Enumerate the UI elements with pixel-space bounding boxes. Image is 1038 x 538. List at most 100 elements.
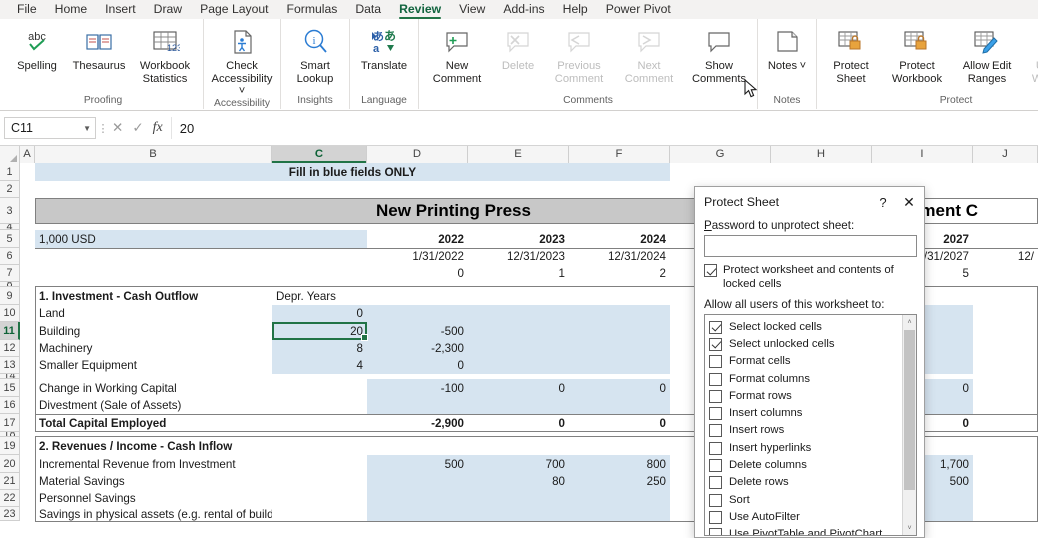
workbook-statistics-button[interactable]: 123 Workbook Statistics — [130, 21, 200, 85]
row-header-11[interactable]: 11 — [0, 322, 20, 340]
checkbox-icon[interactable] — [709, 424, 722, 438]
row-header-7[interactable]: 7 — [0, 265, 20, 282]
column-header-C[interactable]: C — [272, 146, 367, 163]
allow-edit-ranges-button[interactable]: Allow Edit Ranges — [952, 21, 1022, 85]
cell-D5[interactable]: 2022 — [367, 230, 468, 248]
row-header-6[interactable]: 6 — [0, 248, 20, 265]
checkbox-icon[interactable] — [709, 528, 722, 535]
column-header-D[interactable]: D — [367, 146, 468, 163]
checkbox-icon[interactable] — [709, 337, 722, 351]
row-header-2[interactable]: 2 — [0, 181, 20, 198]
ribbon-tab-draw[interactable]: Draw — [145, 0, 191, 17]
permission-option-delete-columns[interactable]: Delete columns — [709, 456, 916, 473]
scroll-up-icon[interactable]: ˄ — [903, 315, 916, 329]
column-header-A[interactable]: A — [20, 146, 35, 163]
ribbon-tab-file[interactable]: File — [8, 0, 46, 17]
row-header-16[interactable]: 16 — [0, 397, 20, 414]
checkbox-icon[interactable] — [709, 389, 722, 403]
ribbon-tab-help[interactable]: Help — [554, 0, 597, 17]
column-header-I[interactable]: I — [872, 146, 973, 163]
permission-option-select-unlocked-cells[interactable]: Select unlocked cells — [709, 335, 916, 352]
new-comment-button[interactable]: New Comment — [422, 21, 492, 85]
column-header-G[interactable]: G — [670, 146, 771, 163]
scroll-down-icon[interactable]: ˅ — [903, 521, 916, 535]
ribbon-tab-page-layout[interactable]: Page Layout — [191, 0, 277, 17]
close-icon[interactable]: ✕ — [896, 189, 922, 215]
help-icon[interactable]: ? — [870, 189, 896, 215]
permission-option-delete-rows[interactable]: Delete rows — [709, 474, 916, 491]
column-header-J[interactable]: J — [973, 146, 1038, 163]
row-header-12[interactable]: 12 — [0, 340, 20, 357]
permission-option-insert-columns[interactable]: Insert columns — [709, 404, 916, 421]
row-header-1[interactable]: 1 — [0, 163, 20, 181]
cell-F6[interactable]: 12/31/2024 — [569, 248, 670, 265]
name-box[interactable]: C11 ▼ — [4, 117, 96, 139]
permission-option-format-cells[interactable]: Format cells — [709, 353, 916, 370]
checkbox-icon[interactable] — [709, 493, 722, 507]
checkbox-icon[interactable] — [704, 264, 717, 277]
permissions-listbox[interactable]: Select locked cells Select unlocked cells… — [704, 314, 917, 536]
column-header-F[interactable]: F — [569, 146, 670, 163]
row-header-20[interactable]: 20 — [0, 455, 20, 473]
ribbon-tab-formulas[interactable]: Formulas — [278, 0, 347, 17]
scrollbar-thumb[interactable] — [904, 330, 915, 490]
cell-F5[interactable]: 2024 — [569, 230, 670, 248]
cancel-icon[interactable]: ✕ — [112, 121, 123, 135]
permission-option-format-columns[interactable]: Format columns — [709, 370, 916, 387]
listbox-scrollbar[interactable]: ˄ ˅ — [902, 315, 916, 535]
row-header-23[interactable]: 23 — [0, 507, 20, 521]
ribbon-tab-view[interactable]: View — [450, 0, 494, 17]
row-header-19[interactable]: 19 — [0, 437, 20, 455]
permission-option-use-pivottable-and-pivotchart[interactable]: Use PivotTable and PivotChart — [709, 526, 916, 535]
row-header-10[interactable]: 10 — [0, 305, 20, 322]
enter-icon[interactable]: ✓ — [132, 121, 143, 135]
permission-option-insert-rows[interactable]: Insert rows — [709, 422, 916, 439]
spelling-button[interactable]: abc Spelling — [6, 21, 68, 73]
row-header-22[interactable]: 22 — [0, 490, 20, 507]
checkbox-icon[interactable] — [709, 372, 722, 386]
permission-option-insert-hyperlinks[interactable]: Insert hyperlinks — [709, 439, 916, 456]
cell-E6[interactable]: 12/31/2023 — [468, 248, 569, 265]
check-accessibility-button[interactable]: Check Accessibility ˅ — [207, 21, 277, 98]
checkbox-icon[interactable] — [709, 441, 722, 455]
cell-F7[interactable]: 2 — [569, 265, 670, 282]
column-header-B[interactable]: B — [35, 146, 272, 163]
select-all-corner[interactable] — [0, 146, 20, 163]
permission-option-sort[interactable]: Sort — [709, 491, 916, 508]
row-header-17[interactable]: 17 — [0, 414, 20, 432]
row-header-15[interactable]: 15 — [0, 379, 20, 397]
ribbon-tab-review[interactable]: Review — [390, 0, 450, 19]
permission-option-select-locked-cells[interactable]: Select locked cells — [709, 318, 916, 335]
checkbox-icon[interactable] — [709, 407, 722, 421]
protect-worksheet-checkbox-row[interactable]: Protect worksheet and contents of locked… — [704, 263, 915, 291]
column-header-E[interactable]: E — [468, 146, 569, 163]
ribbon-tab-home[interactable]: Home — [46, 0, 97, 17]
cell-D7[interactable]: 0 — [367, 265, 468, 282]
cell-B1[interactable]: Fill in blue fields ONLY — [35, 163, 670, 181]
cell-D6[interactable]: 1/31/2022 — [367, 248, 468, 265]
show-comments-button[interactable]: Show Comments — [684, 21, 754, 85]
permission-option-format-rows[interactable]: Format rows — [709, 387, 916, 404]
ribbon-tab-data[interactable]: Data — [346, 0, 390, 17]
ribbon-tab-power-pivot[interactable]: Power Pivot — [597, 0, 680, 17]
row-header-9[interactable]: 9 — [0, 287, 20, 305]
translate-button[interactable]: あ a あ Translate — [353, 21, 415, 73]
row-header-3[interactable]: 3 — [0, 198, 20, 224]
row-header-13[interactable]: 13 — [0, 357, 20, 374]
formula-bar-expander[interactable]: ⋮ — [96, 122, 110, 135]
permission-option-use-autofilter[interactable]: Use AutoFilter — [709, 508, 916, 525]
checkbox-icon[interactable] — [709, 459, 722, 473]
checkbox-icon[interactable] — [709, 476, 722, 490]
notes-button[interactable]: Notes ˅ — [761, 21, 813, 73]
row-header-5[interactable]: 5 — [0, 230, 20, 248]
cell-E5[interactable]: 2023 — [468, 230, 569, 248]
cell-J6[interactable]: 12/ — [973, 248, 1038, 265]
protect-sheet-button[interactable]: Protect Sheet — [820, 21, 882, 85]
checkbox-icon[interactable] — [709, 320, 722, 334]
thesaurus-button[interactable]: Thesaurus — [68, 21, 130, 73]
cell-E7[interactable]: 1 — [468, 265, 569, 282]
formula-input[interactable]: 20 — [170, 117, 1034, 139]
cell-B5[interactable]: 1,000 USD — [35, 230, 367, 248]
checkbox-icon[interactable] — [709, 355, 722, 369]
column-header-H[interactable]: H — [771, 146, 872, 163]
